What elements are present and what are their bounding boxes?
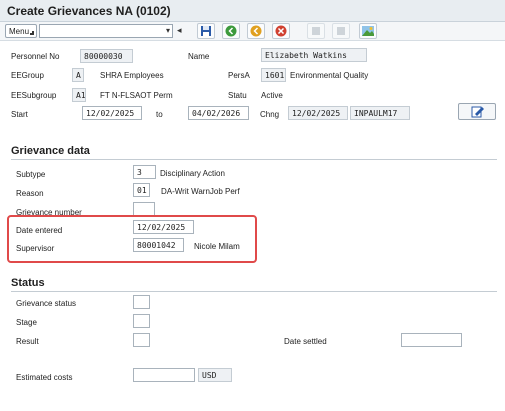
command-arrow-icon[interactable]: ◂ [177,25,182,36]
persa-text: Environmental Quality [290,71,369,80]
date-settled-label: Date settled [284,337,327,346]
grievance-number-field[interactable] [133,202,155,216]
highlight-box [7,215,257,263]
chng-date-field: 12/02/2025 [288,106,348,120]
statu-value: Active [261,91,283,100]
persa-code-field: 1601 [261,68,286,82]
grievance-data-title: Grievance data [11,145,90,157]
reason-label: Reason [16,189,44,198]
stage-field[interactable] [133,314,150,328]
date-entered-label: Date entered [16,226,63,235]
layout-button[interactable] [359,23,377,39]
estimated-costs-field[interactable] [133,368,195,382]
back-button[interactable] [222,23,240,39]
command-field[interactable]: ▾ [39,24,173,38]
exit-icon [250,25,262,37]
save-icon [201,26,211,36]
supervisor-field[interactable]: 80001042 [133,238,184,252]
status-divider [11,291,497,292]
window-title: Create Grievances NA (0102) [7,4,171,18]
menu-button-label: Menu [9,27,30,36]
chevron-down-icon[interactable]: ▾ [166,26,170,35]
statu-label: Statu [228,91,247,100]
grievance-divider [11,159,497,160]
date-settled-field[interactable] [401,333,462,347]
edit-change-button[interactable] [458,103,496,120]
eegroup-label: EEGroup [11,71,44,80]
subtype-text: Disciplinary Action [160,169,225,178]
result-field[interactable] [133,333,150,347]
grievance-status-field[interactable] [133,295,150,309]
print-icon [312,27,320,35]
find-icon [337,27,345,35]
stage-label: Stage [16,318,37,327]
name-label: Name [188,52,210,61]
cancel-icon [275,25,287,37]
menu-button[interactable]: Menu [5,24,37,38]
save-button[interactable] [197,23,215,39]
supervisor-name: Nicole Milam [194,242,240,251]
edit-icon [471,106,484,118]
cancel-button[interactable] [272,23,290,39]
exit-button[interactable] [247,23,265,39]
chng-user-field: INPAULM17 [350,106,410,120]
reason-field[interactable]: 01 [133,183,150,197]
personnel-no-label: Personnel No [11,52,60,61]
personnel-no-field: 80000030 [80,49,133,63]
eesubgroup-label: EESubgroup [11,91,57,100]
employee-name-field: Elizabeth Watkins [261,48,367,62]
eegroup-text: SHRA Employees [100,71,164,80]
date-entered-field[interactable]: 12/02/2025 [133,220,194,234]
start-date-field[interactable]: 12/02/2025 [82,106,142,120]
estimated-costs-label: Estimated costs [16,373,73,382]
find-button[interactable] [332,23,350,39]
subtype-field[interactable]: 3 [133,165,156,179]
to-label: to [156,110,163,119]
start-label: Start [11,110,28,119]
grievance-status-label: Grievance status [16,299,77,308]
landscape-icon [362,26,374,36]
eegroup-code-field: A [72,68,84,82]
back-icon [225,25,237,37]
result-label: Result [16,337,39,346]
currency-field: USD [198,368,232,382]
persa-label: PersA [228,71,250,80]
supervisor-label: Supervisor [16,244,55,253]
status-title: Status [11,277,45,289]
print-button[interactable] [307,23,325,39]
chng-label: Chng [260,110,280,119]
reason-text: DA-Writ WarnJob Perf [161,187,240,196]
eesubgroup-text: FT N-FLSAOT Perm [100,91,173,100]
eesubgroup-code-field: A1 [72,88,86,102]
subtype-label: Subtype [16,170,46,179]
end-date-field[interactable]: 04/02/2026 [188,106,249,120]
